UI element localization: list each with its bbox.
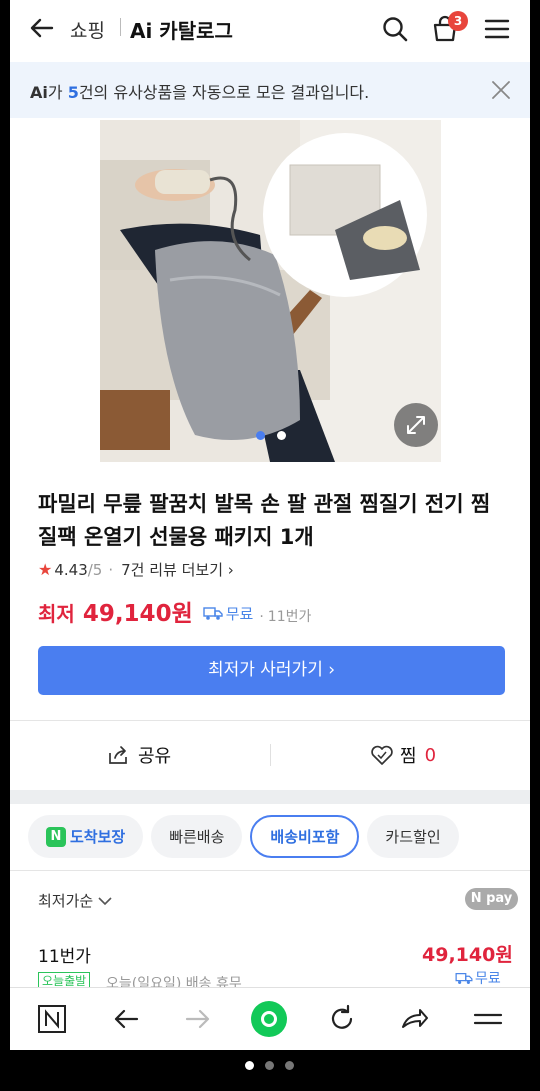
naver-home-icon[interactable] [36,1003,68,1035]
chevron-down-icon [98,896,112,905]
screen-page-dot [265,1061,274,1070]
sort-label: 최저가순 [38,892,94,910]
shipping-free: 무료 [225,604,254,623]
offer-shipping-label: 무료 [475,971,501,987]
lowest-price-seller: 11번가 [267,609,312,625]
screen-page-dot-active [245,1061,254,1070]
chip-label: 빠른배송 [169,828,225,846]
rating-row: ★ 4.43 /5 · 7건 리뷰 더보기 › [38,559,234,580]
lowest-price-seller-dot: · [259,609,264,625]
share-icon [109,746,127,764]
sort-dropdown[interactable]: 최저가순 [38,890,113,911]
cart-count-badge: 3 [448,11,468,31]
image-page-dot[interactable] [277,431,286,440]
browser-bottom-bar [10,987,530,1050]
ai-summary-text: Ai가 5건의 유사상품을 자동으로 모은 결과입니다. [30,79,369,103]
npay-badge: N pay [465,888,518,910]
action-separator [270,744,271,766]
share-label: 공유 [138,746,172,767]
shipping-info: 무료 [203,603,254,624]
refresh-icon[interactable] [326,1003,358,1035]
offer-shipping: 무료 [455,968,501,988]
npay-label: pay [486,891,513,906]
chip-label: 카드할인 [385,828,441,846]
rating-max: /5 [87,560,103,579]
chip-label: 배송비포함 [270,828,340,846]
chip-fast-delivery[interactable]: 빠른배송 [151,815,243,858]
truck-icon [455,973,473,984]
breadcrumb-shopping[interactable]: 쇼핑 [70,16,105,43]
price-row: 최저 49,140원 무료 · 11번가 [38,594,311,628]
lowest-price-label: 최저 [38,602,75,626]
green-dot-icon[interactable] [250,1000,288,1038]
menu-icon[interactable] [472,1003,504,1035]
screen-page-dot [285,1061,294,1070]
review-link[interactable]: 7건 리뷰 더보기 › [121,559,234,580]
share-icon[interactable] [398,1003,430,1035]
share-button[interactable]: 공유 [106,742,171,768]
buy-lowest-label: 최저가 사러가기 [207,660,323,680]
forward-icon[interactable] [182,1003,214,1035]
buy-lowest-button[interactable]: 최저가 사러가기 › [38,646,505,695]
ai-summary-banner: Ai가 5건의 유사상품을 자동으로 모은 결과입니다. [10,62,530,118]
lowest-price: 49,140원 [82,601,193,627]
back-icon[interactable] [110,1003,142,1035]
offer-price[interactable]: 49,140원 [422,940,513,967]
section-gap [10,790,530,804]
filter-chips: N 도착보장 빠른배송 배송비포함 카드할인 [28,815,467,858]
rating-value: 4.43 [54,560,88,579]
app-screen: 쇼핑 Ai 카탈로그 3 Ai가 5건의 유사상품을 자동으로 모은 결과입니다… [10,0,530,1050]
ai-summary-suffix: 건의 유사상품을 자동으로 모은 결과입니다. [78,83,370,102]
close-icon[interactable] [30,30,52,52]
image-page-dot-active[interactable] [256,431,265,440]
divider [10,870,530,871]
review-link-label: 7건 리뷰 더보기 [121,561,224,579]
product-image[interactable] [100,120,441,462]
chip-arrival-guarantee[interactable]: N 도착보장 [28,815,144,858]
wish-count: 0 [424,744,437,766]
page-title: Ai 카탈로그 [130,19,233,43]
star-icon: ★ [38,560,53,579]
ai-summary-count: 5 [67,83,79,102]
naver-n-icon: N [46,826,66,847]
zoom-button[interactable] [394,403,438,447]
divider [10,720,530,721]
chip-label: 도착보장 [70,828,126,846]
rating-separator-dot: · [108,560,114,579]
ai-mark: Ai [30,83,48,102]
product-photo [100,120,441,462]
banner-close-icon[interactable] [490,79,512,101]
ai-summary-prefix: 가 [47,83,68,102]
offer-seller[interactable]: 11번가 [38,942,91,967]
chip-card-discount[interactable]: 카드할인 [367,815,459,858]
search-icon[interactable] [380,14,410,44]
menu-icon[interactable] [482,14,512,44]
product-title: 파밀리 무릎 팔꿈치 발목 손 팔 관절 찜질기 전기 찜질팩 온열기 선물용 … [38,492,491,549]
truck-icon [203,607,223,620]
expand-icon [407,416,425,434]
top-header: 쇼핑 Ai 카탈로그 3 [10,0,530,60]
wish-label: 찜 [400,746,417,767]
action-row: 공유 찜 0 [10,722,530,788]
wish-button[interactable]: 찜 0 [370,742,436,768]
chip-shipping-included[interactable]: 배송비포함 [250,815,360,858]
breadcrumb-separator [120,18,121,36]
heart-icon [371,745,393,765]
